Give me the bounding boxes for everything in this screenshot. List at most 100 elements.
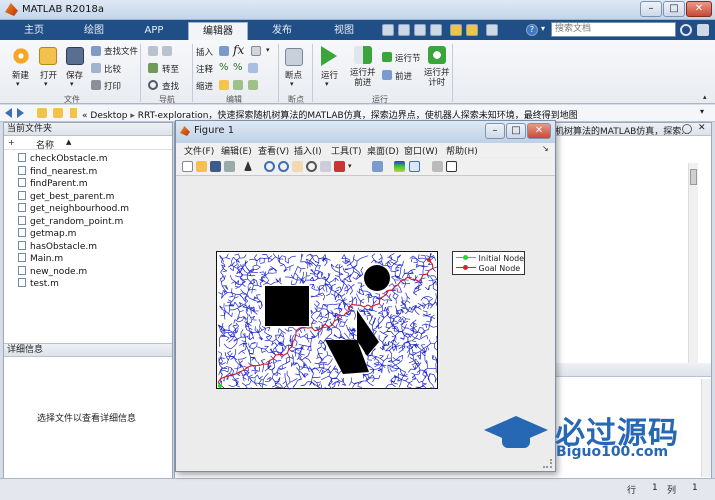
figure-minimize-button[interactable]: – <box>485 123 505 139</box>
advance-icon[interactable] <box>382 70 392 80</box>
run-play-icon[interactable] <box>321 46 337 66</box>
file-list-item[interactable]: getmap.m <box>18 228 76 239</box>
file-list-item[interactable]: get_neighbourhood.m <box>18 203 129 214</box>
menu-edit[interactable]: 编辑(E) <box>221 144 252 157</box>
scrollbar-thumb[interactable] <box>690 169 697 185</box>
pan-hand-icon[interactable] <box>292 161 303 172</box>
increase-indent-icon[interactable] <box>233 80 243 90</box>
notifications-icon[interactable] <box>697 24 709 36</box>
new-dropdown-icon[interactable]: ▾ <box>16 80 20 88</box>
run-and-time-icon[interactable] <box>428 46 446 64</box>
column-header[interactable]: + 名称 ▲ <box>4 137 172 151</box>
hide-plot-tools-icon[interactable] <box>432 161 443 172</box>
find-files-button[interactable]: 查找文件 <box>104 45 138 57</box>
brush-icon[interactable] <box>334 161 345 172</box>
menu-help[interactable]: 帮助(H) <box>446 144 478 157</box>
file-list-item[interactable]: test.m <box>18 278 59 289</box>
run-section-icon[interactable] <box>382 52 392 62</box>
plot-legend[interactable]: Initial Node Goal Node <box>452 251 525 275</box>
link-plot-icon[interactable] <box>372 161 383 172</box>
cell-icon[interactable] <box>251 46 261 56</box>
file-list-item[interactable]: get_random_point.m <box>18 215 123 227</box>
help-icon[interactable]: ? <box>526 24 538 36</box>
tab-view[interactable]: 视图 <box>316 22 372 40</box>
save-icon[interactable] <box>66 47 84 65</box>
insert-button[interactable]: 插入 <box>196 46 213 58</box>
data-cursor-icon[interactable] <box>320 161 331 172</box>
figure-close-button[interactable]: ✕ <box>527 123 551 139</box>
figure-title-bar[interactable]: Figure 1 – □ ✕ <box>176 121 555 143</box>
function-icon[interactable]: fx <box>233 43 244 57</box>
search-icon[interactable] <box>680 24 692 36</box>
plot-axes[interactable] <box>216 251 438 390</box>
open-folder-icon[interactable] <box>39 47 57 65</box>
breadcrumb-desktop[interactable]: Desktop <box>90 111 127 121</box>
save-dropdown-icon[interactable]: ▾ <box>70 80 74 88</box>
browse-folder-icon[interactable] <box>53 108 63 118</box>
uncomment-icon[interactable]: % <box>233 63 243 73</box>
file-list-item[interactable]: hasObstacle.m <box>18 240 97 252</box>
new-button[interactable]: 新建 <box>12 69 29 81</box>
cut-icon[interactable] <box>398 24 410 36</box>
file-list-item[interactable]: new_node.m <box>18 265 87 277</box>
zoom-in-icon[interactable] <box>264 161 275 172</box>
print-icon[interactable] <box>91 80 101 90</box>
paste-icon[interactable] <box>430 24 442 36</box>
wrap-comment-icon[interactable] <box>248 63 258 73</box>
maximize-button[interactable]: □ <box>663 1 685 17</box>
figure-maximize-button[interactable]: □ <box>506 123 526 139</box>
compare-icon[interactable] <box>91 63 101 73</box>
compare-button[interactable]: 比较 <box>104 63 121 75</box>
back-icon[interactable] <box>5 108 12 118</box>
goto-icon[interactable] <box>148 63 158 73</box>
file-list-item[interactable]: findParent.m <box>18 178 88 189</box>
run-and-time-button[interactable]: 运行并 计时 <box>424 68 450 88</box>
menu-desktop[interactable]: 桌面(D) <box>367 144 399 157</box>
search-documentation-input[interactable]: 搜索文档 <box>551 22 676 37</box>
forward-nav-icon[interactable] <box>162 46 172 56</box>
figure-resize-grip-icon[interactable] <box>543 459 552 468</box>
menu-dock-icon[interactable]: ↘ <box>542 144 549 153</box>
find-button[interactable]: 查找 <box>162 80 179 92</box>
forward-icon[interactable] <box>17 108 24 118</box>
open-button[interactable]: 打开 <box>40 69 57 81</box>
save-figure-icon[interactable] <box>210 161 221 172</box>
find-files-icon[interactable] <box>91 46 101 56</box>
minimize-button[interactable]: – <box>640 1 662 17</box>
insert-icon[interactable] <box>219 46 229 56</box>
redo-icon[interactable] <box>466 24 478 36</box>
print-button[interactable]: 打印 <box>104 80 121 92</box>
file-list-item[interactable]: checkObstacle.m <box>18 153 108 164</box>
panel-close-icon[interactable]: ✕ <box>698 123 706 133</box>
menu-tools[interactable]: 工具(T) <box>331 144 362 157</box>
open-dropdown-icon[interactable]: ▾ <box>44 80 48 88</box>
decrease-indent-icon[interactable] <box>248 80 258 90</box>
save-quick-icon[interactable] <box>382 24 394 36</box>
address-dropdown-icon[interactable]: ▾ <box>700 107 704 116</box>
up-folder-icon[interactable] <box>37 108 47 118</box>
ribbon-collapse-icon[interactable]: ▴ <box>703 93 707 101</box>
run-dropdown-icon[interactable]: ▾ <box>325 80 329 88</box>
tab-editor[interactable]: 编辑器 <box>188 22 248 40</box>
open-file-icon[interactable] <box>196 161 207 172</box>
help-dropdown-icon[interactable]: ▾ <box>541 24 545 33</box>
print-figure-icon[interactable] <box>224 161 235 172</box>
command-scrollbar[interactable] <box>701 379 711 477</box>
edit-plot-icon[interactable] <box>244 161 252 171</box>
menu-file[interactable]: 文件(F) <box>184 144 214 157</box>
column-name[interactable]: 名称 <box>36 138 54 151</box>
file-list-item[interactable]: find_nearest.m <box>18 165 97 177</box>
copy-icon[interactable] <box>414 24 426 36</box>
new-file-icon[interactable] <box>12 47 30 65</box>
file-list-item[interactable]: get_best_parent.m <box>18 190 114 202</box>
menu-window[interactable]: 窗口(W) <box>404 144 438 157</box>
editor-scrollbar[interactable] <box>688 163 698 373</box>
rotate-3d-icon[interactable] <box>306 161 317 172</box>
comment-button[interactable]: 注释 <box>196 63 213 75</box>
file-list-item[interactable]: Main.m <box>18 253 63 264</box>
breakpoint-icon[interactable] <box>285 48 303 66</box>
find-icon[interactable] <box>148 80 158 90</box>
smart-indent-icon[interactable] <box>219 80 229 90</box>
advance-button[interactable]: 前进 <box>395 70 412 82</box>
save-button[interactable]: 保存 <box>66 69 83 81</box>
